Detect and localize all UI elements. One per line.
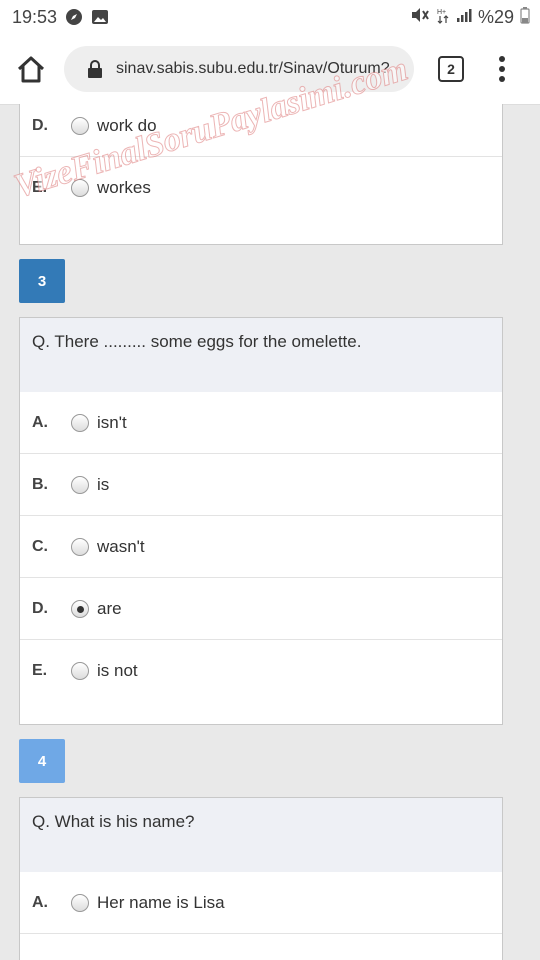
url-text[interactable]: sinav.sabis.subu.edu.tr/Sinav/Oturum? — [116, 60, 390, 78]
option-row[interactable]: C. wasn't — [20, 516, 502, 578]
option-letter: D. — [32, 599, 48, 617]
address-bar[interactable]: sinav.sabis.subu.edu.tr/Sinav/Oturum? — [64, 46, 414, 92]
option-text: are — [97, 598, 122, 618]
exam-content: D. work do E. workes 3 Q. There ........… — [0, 104, 540, 960]
question-text: Q. There ......... some eggs for the ome… — [20, 318, 502, 392]
compass-icon — [65, 8, 83, 26]
option-letter: E. — [32, 661, 48, 679]
question-number-badge[interactable]: 3 — [19, 259, 65, 303]
option-row[interactable]: D. are — [20, 578, 502, 640]
tab-switcher-button[interactable]: 2 — [438, 56, 464, 82]
battery-icon — [520, 6, 530, 29]
question-number-badge[interactable]: 4 — [19, 739, 65, 783]
option-row[interactable]: A. Her name is Lisa — [20, 872, 502, 934]
browser-toolbar: sinav.sabis.subu.edu.tr/Sinav/Oturum? 2 — [0, 34, 540, 105]
mute-vibrate-icon — [410, 6, 430, 29]
option-radio[interactable] — [71, 537, 89, 556]
option-letter: E. — [32, 178, 48, 196]
overflow-menu-icon[interactable] — [492, 54, 512, 84]
option-letter: A. — [32, 413, 48, 431]
option-radio[interactable] — [71, 413, 89, 432]
option-letter: D. — [32, 116, 48, 134]
question-card-partial: D. work do E. workes — [19, 104, 503, 245]
option-row[interactable]: E. workes — [20, 157, 502, 218]
status-time: 19:53 — [12, 6, 58, 27]
option-letter: C. — [32, 537, 48, 555]
option-letter: A. — [32, 893, 48, 911]
option-row[interactable]: B. is — [20, 454, 502, 516]
question-card: Q. There ......... some eggs for the ome… — [19, 317, 503, 725]
option-radio[interactable] — [71, 893, 89, 912]
option-row[interactable]: E. is not — [20, 640, 502, 701]
option-radio[interactable] — [71, 661, 89, 680]
network-icon: H+ — [436, 6, 450, 29]
option-radio[interactable] — [71, 178, 89, 197]
status-bar: 19:53 H+ %29 — [0, 0, 540, 34]
signal-icon — [456, 7, 472, 28]
option-radio[interactable] — [71, 475, 89, 494]
question-text: Q. What is his name? — [20, 798, 502, 872]
option-text: is — [97, 474, 110, 494]
svg-text:H+: H+ — [437, 9, 446, 16]
option-text: isn't — [97, 412, 127, 432]
option-text: workes — [97, 177, 151, 197]
option-text: is not — [97, 660, 138, 680]
image-icon — [91, 8, 109, 26]
question-card: Q. What is his name? A. Her name is Lisa — [19, 797, 503, 960]
option-letter: B. — [32, 475, 48, 493]
option-text: wasn't — [97, 536, 145, 556]
option-radio[interactable] — [71, 116, 89, 135]
option-text: work do — [97, 115, 157, 135]
option-row[interactable]: A. isn't — [20, 392, 502, 454]
battery-percentage: %29 — [477, 6, 514, 27]
home-icon[interactable] — [14, 52, 48, 86]
lock-icon — [86, 59, 104, 79]
option-text: Her name is Lisa — [97, 892, 225, 912]
option-radio-selected[interactable] — [71, 599, 89, 618]
option-row[interactable]: D. work do — [20, 104, 502, 157]
